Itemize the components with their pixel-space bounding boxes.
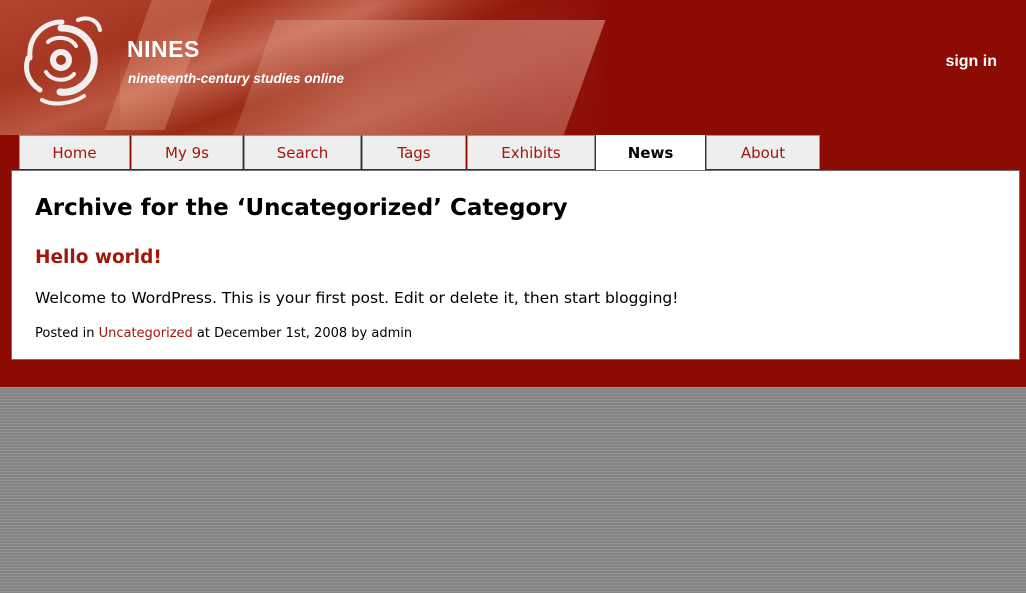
tab-about[interactable]: About [706, 135, 820, 169]
tab-home[interactable]: Home [19, 135, 130, 169]
category-link[interactable]: Uncategorized [99, 326, 193, 341]
header-band: NINES nineteenth-century studies online … [0, 0, 1026, 387]
tab-tags[interactable]: Tags [362, 135, 466, 169]
content-panel: Archive for the ‘Uncategorized’ Category… [11, 170, 1020, 360]
post-body: Welcome to WordPress. This is your first… [35, 289, 679, 307]
post-meta: Posted in Uncategorized at December 1st,… [35, 326, 412, 341]
tab-exhibits[interactable]: Exhibits [467, 135, 595, 169]
post-meta-suffix: at December 1st, 2008 by admin [192, 326, 413, 341]
tab-search[interactable]: Search [244, 135, 361, 169]
post-meta-prefix: Posted in [35, 326, 99, 341]
post-title-link[interactable]: Hello world! [35, 247, 162, 268]
site-name[interactable]: NINES [127, 36, 200, 63]
nines-swirl-logo-icon[interactable] [18, 12, 104, 106]
tab-news[interactable]: News [596, 135, 705, 171]
tab-my-9s[interactable]: My 9s [131, 135, 243, 169]
archive-heading: Archive for the ‘Uncategorized’ Category [35, 195, 568, 221]
sign-in-link[interactable]: sign in [945, 53, 997, 71]
site-tagline: nineteenth-century studies online [128, 71, 345, 86]
